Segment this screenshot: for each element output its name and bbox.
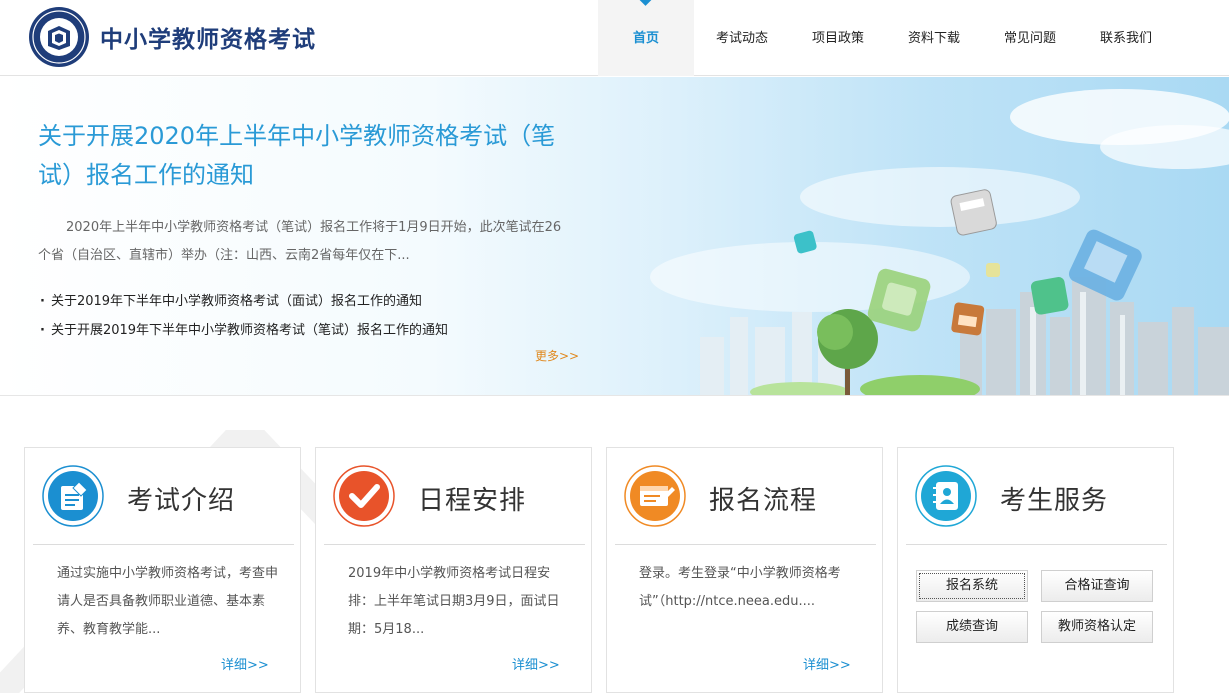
news-banner: 关于开展2020年上半年中小学教师资格考试（笔试）报名工作的通知 2020年上半… <box>0 77 1229 396</box>
main-nav: 首页 考试动态 项目政策 资料下载 常见问题 联系我们 <box>598 0 1174 76</box>
site-title[interactable]: 中小学教师资格考试 <box>100 20 316 54</box>
registration-system-button[interactable]: 报名系统 <box>916 570 1028 602</box>
divider <box>615 544 876 545</box>
qualification-certification-button[interactable]: 教师资格认定 <box>1041 611 1153 643</box>
site-header: 中小学教师资格考试 首页 考试动态 项目政策 资料下载 常见问题 联系我们 <box>0 0 1229 76</box>
news-list: 关于2019年下半年中小学教师资格考试（面试）报名工作的通知 关于开展2019年… <box>40 287 448 345</box>
nav-contact[interactable]: 联系我们 <box>1078 0 1174 76</box>
form-edit-icon <box>624 465 686 527</box>
card-description: 通过实施中小学教师资格考试，考查申请人是否具备教师职业道德、基本素养、教育教学能… <box>57 566 279 637</box>
card-title[interactable]: 考生服务 <box>1000 480 1108 517</box>
nav-downloads[interactable]: 资料下载 <box>886 0 982 76</box>
card-candidate-services: 考生服务 报名系统 合格证查询 成绩查询 教师资格认定 <box>897 447 1174 693</box>
card-details-link[interactable]: 详细>> <box>512 654 560 673</box>
divider <box>324 544 585 545</box>
nav-exam-news[interactable]: 考试动态 <box>694 0 790 76</box>
more-news-link[interactable]: 更多>> <box>535 347 579 364</box>
divider <box>33 544 294 545</box>
headline-summary: 2020年上半年中小学教师资格考试（笔试）报名工作将于1月9日开始，此次笔试在2… <box>38 220 562 263</box>
card-exam-intro: 考试介绍 通过实施中小学教师资格考试，考查申请人是否具备教师职业道德、基本素养、… <box>24 447 301 693</box>
card-registration-process: 报名流程 登录。考生登录“中小学教师资格考试”（http://ntce.neea… <box>606 447 883 693</box>
city-illustration <box>650 89 1229 395</box>
nav-home[interactable]: 首页 <box>598 0 694 76</box>
card-details-link[interactable]: 详细>> <box>803 654 851 673</box>
site-logo-icon[interactable] <box>28 6 90 68</box>
card-title[interactable]: 日程安排 <box>418 480 526 517</box>
news-link[interactable]: 关于开展2019年下半年中小学教师资格考试（笔试）报名工作的通知 <box>40 316 448 345</box>
card-description: 登录。考生登录“中小学教师资格考试”（http://ntce.neea.edu.… <box>639 566 841 609</box>
contact-book-icon <box>915 465 977 527</box>
card-title[interactable]: 报名流程 <box>709 480 817 517</box>
card-schedule: 日程安排 2019年中小学教师资格考试日程安排：上半年笔试日期3月9日，面试日期… <box>315 447 592 693</box>
document-edit-icon <box>42 465 104 527</box>
nav-faq[interactable]: 常见问题 <box>982 0 1078 76</box>
certificate-query-button[interactable]: 合格证查询 <box>1041 570 1153 602</box>
news-link[interactable]: 关于2019年下半年中小学教师资格考试（面试）报名工作的通知 <box>40 287 448 316</box>
card-description: 2019年中小学教师资格考试日程安排：上半年笔试日期3月9日，面试日期：5月18… <box>348 566 560 637</box>
headline-link[interactable]: 关于开展2020年上半年中小学教师资格考试（笔试）报名工作的通知 <box>38 117 578 195</box>
card-title[interactable]: 考试介绍 <box>127 480 235 517</box>
nav-policy[interactable]: 项目政策 <box>790 0 886 76</box>
checkmark-icon <box>333 465 395 527</box>
score-query-button[interactable]: 成绩查询 <box>916 611 1028 643</box>
divider <box>906 544 1167 545</box>
card-details-link[interactable]: 详细>> <box>221 654 269 673</box>
